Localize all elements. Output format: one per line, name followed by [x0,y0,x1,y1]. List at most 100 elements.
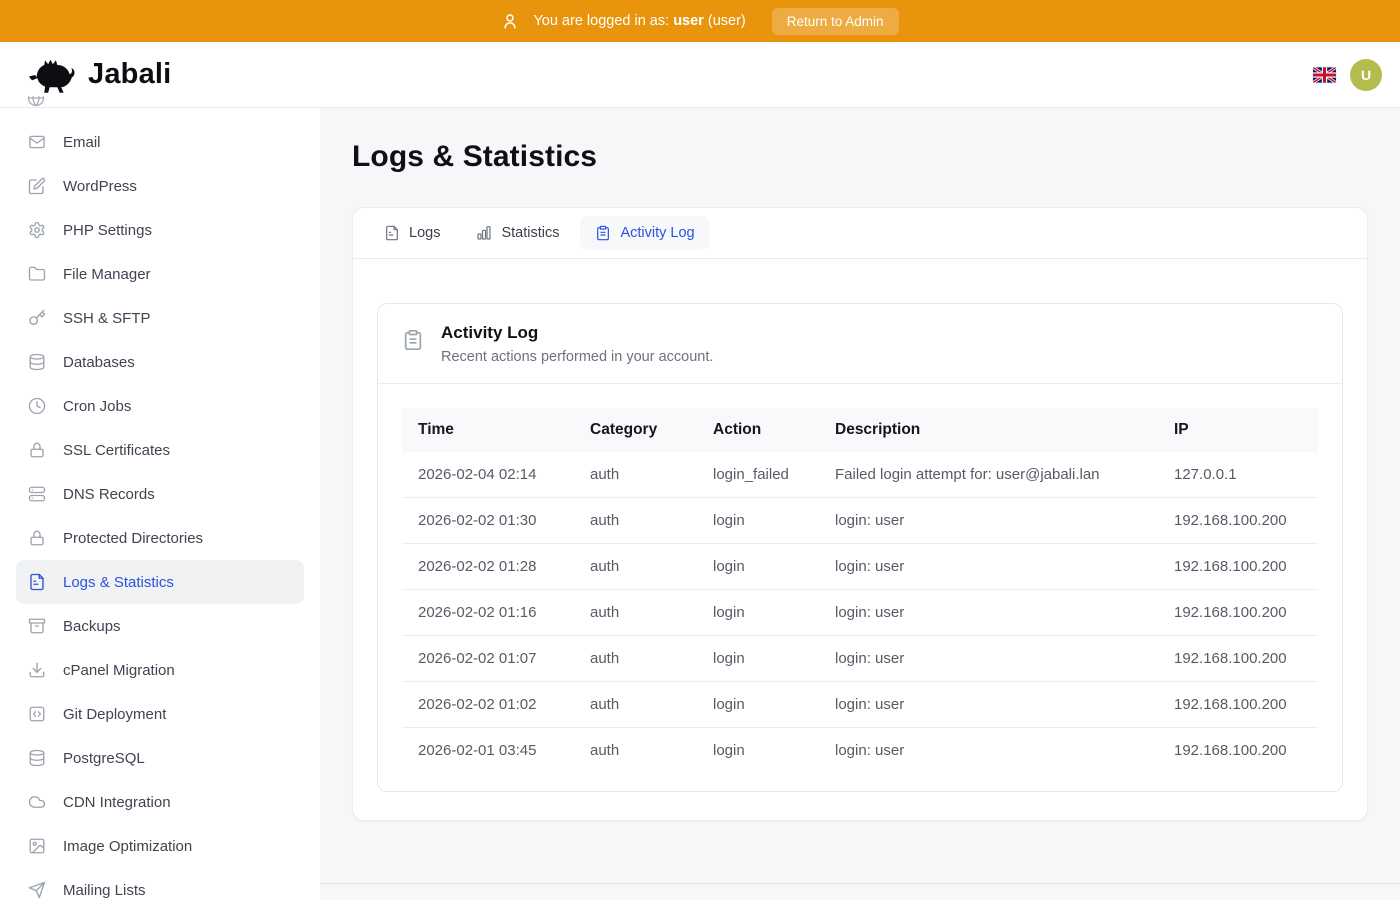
cell-ip: 192.168.100.200 [1158,498,1318,544]
database-icon [28,749,46,767]
cell-action: login [697,682,819,728]
sidebar-item-ssh-sftp[interactable]: SSH & SFTP [16,296,304,340]
table-row: 2026-02-01 03:45authloginlogin: user192.… [402,728,1318,774]
cell-time: 2026-02-02 01:07 [402,636,574,682]
login-role: (user) [708,13,746,29]
table-row: 2026-02-04 02:14authlogin_failedFailed l… [402,452,1318,498]
sidebar-item-label: Databases [63,354,135,371]
table-row: 2026-02-02 01:28authloginlogin: user192.… [402,544,1318,590]
cell-category: auth [574,728,697,774]
sidebar-item-cdn-integration[interactable]: CDN Integration [16,780,304,824]
user-icon [501,12,519,30]
sidebar: Email WordPress PHP Settings File Manager SS… [0,108,320,900]
boar-logo-icon [26,55,78,95]
cell-action: login_failed [697,452,819,498]
sidebar-item-label: Image Optimization [63,838,192,855]
server-icon [28,485,46,503]
cell-description: login: user [819,728,1158,774]
cell-action: login [697,636,819,682]
table-row: 2026-02-02 01:16authloginlogin: user192.… [402,590,1318,636]
cell-action: login [697,498,819,544]
cell-category: auth [574,544,697,590]
cell-ip: 192.168.100.200 [1158,636,1318,682]
brand-name: Jabali [88,58,171,91]
sidebar-item-git-deployment[interactable]: Git Deployment [16,692,304,736]
column-header-action: Action [697,408,819,452]
sidebar-item-logs-statistics[interactable]: Logs & Statistics [16,560,304,604]
lock-icon [28,529,46,547]
sidebar-item-backups[interactable]: Backups [16,604,304,648]
tab-activity-log[interactable]: Activity Log [580,216,709,250]
main-content: Logs & Statistics LogsStatisticsActivity… [320,108,1400,900]
tab-logs[interactable]: Logs [369,216,455,250]
brand-logo[interactable]: Jabali [26,55,171,95]
logs-statistics-card: LogsStatisticsActivity Log Activity Log … [352,207,1368,821]
sidebar-item-label: PHP Settings [63,222,152,239]
sidebar-item-databases[interactable]: Databases [16,340,304,384]
table-row: 2026-02-02 01:07authloginlogin: user192.… [402,636,1318,682]
cell-ip: 192.168.100.200 [1158,544,1318,590]
clipboard-icon [595,225,611,241]
cell-time: 2026-02-02 01:30 [402,498,574,544]
cell-category: auth [574,636,697,682]
sidebar-item-label: cPanel Migration [63,662,175,679]
sidebar-item-label: Backups [63,618,121,635]
tab-bar: Logs StatisticsActivity Log [353,208,1367,259]
sidebar-item-ssl-certificates[interactable]: SSL Certificates [16,428,304,472]
sidebar-item-label: SSL Certificates [63,442,170,459]
cell-time: 2026-02-02 01:16 [402,590,574,636]
clock-icon [28,397,46,415]
edit-icon [28,177,46,195]
sidebar-item-image-optimization[interactable]: Image Optimization [16,824,304,868]
folder-icon [28,265,46,283]
uk-flag-icon[interactable] [1313,67,1336,83]
cell-action: login [697,728,819,774]
panel-subtitle: Recent actions performed in your account… [441,349,713,365]
sidebar-item-wordpress[interactable]: WordPress [16,164,304,208]
key-icon [28,309,46,327]
sidebar-item-label: CDN Integration [63,794,171,811]
sidebar-item-label: SSH & SFTP [63,310,151,327]
send-icon [28,881,46,899]
table-row: 2026-02-02 01:30authloginlogin: user192.… [402,498,1318,544]
sidebar-item-cron-jobs[interactable]: Cron Jobs [16,384,304,428]
cell-ip: 192.168.100.200 [1158,728,1318,774]
activity-log-panel: Activity Log Recent actions performed in… [377,303,1343,792]
gear-icon [28,221,46,239]
login-status-text: You are logged in as: user (user) [533,13,745,29]
user-avatar[interactable]: U [1350,59,1382,91]
sidebar-item-label: DNS Records [63,486,155,503]
sidebar-item-dns-records[interactable]: DNS Records [16,472,304,516]
sidebar-item-php-settings[interactable]: PHP Settings [16,208,304,252]
sidebar-item-label: PostgreSQL [63,750,145,767]
bar-chart-icon [476,225,492,241]
footer-divider [320,883,1400,899]
sidebar-item-mailing-lists[interactable]: Mailing Lists [16,868,304,900]
cell-category: auth [574,498,697,544]
tab-statistics[interactable]: Statistics [461,216,574,250]
login-username: user [673,13,704,29]
return-to-admin-button[interactable]: Return to Admin [772,8,899,35]
sidebar-item-postgresql[interactable]: PostgreSQL [16,736,304,780]
cell-time: 2026-02-02 01:28 [402,544,574,590]
image-icon [28,837,46,855]
cell-ip: 192.168.100.200 [1158,682,1318,728]
sidebar-item-label: WordPress [63,178,137,195]
sidebar-item-protected-directories[interactable]: Protected Directories [16,516,304,560]
cell-category: auth [574,452,697,498]
sidebar-item-file-manager[interactable]: File Manager [16,252,304,296]
column-header-category: Category [574,408,697,452]
column-header-time: Time [402,408,574,452]
cell-category: auth [574,682,697,728]
download-icon [28,661,46,679]
tab-label: Logs [409,225,440,241]
archive-icon [28,617,46,635]
clipboard-icon [402,329,424,351]
cell-action: login [697,544,819,590]
sidebar-item-email[interactable]: Email [16,120,304,164]
sidebar-item-cpanel-migration[interactable]: cPanel Migration [16,648,304,692]
panel-title: Activity Log [441,323,713,343]
cell-category: auth [574,590,697,636]
activity-log-table: TimeCategoryActionDescriptionIP 2026-02-… [402,408,1318,773]
cell-time: 2026-02-02 01:02 [402,682,574,728]
